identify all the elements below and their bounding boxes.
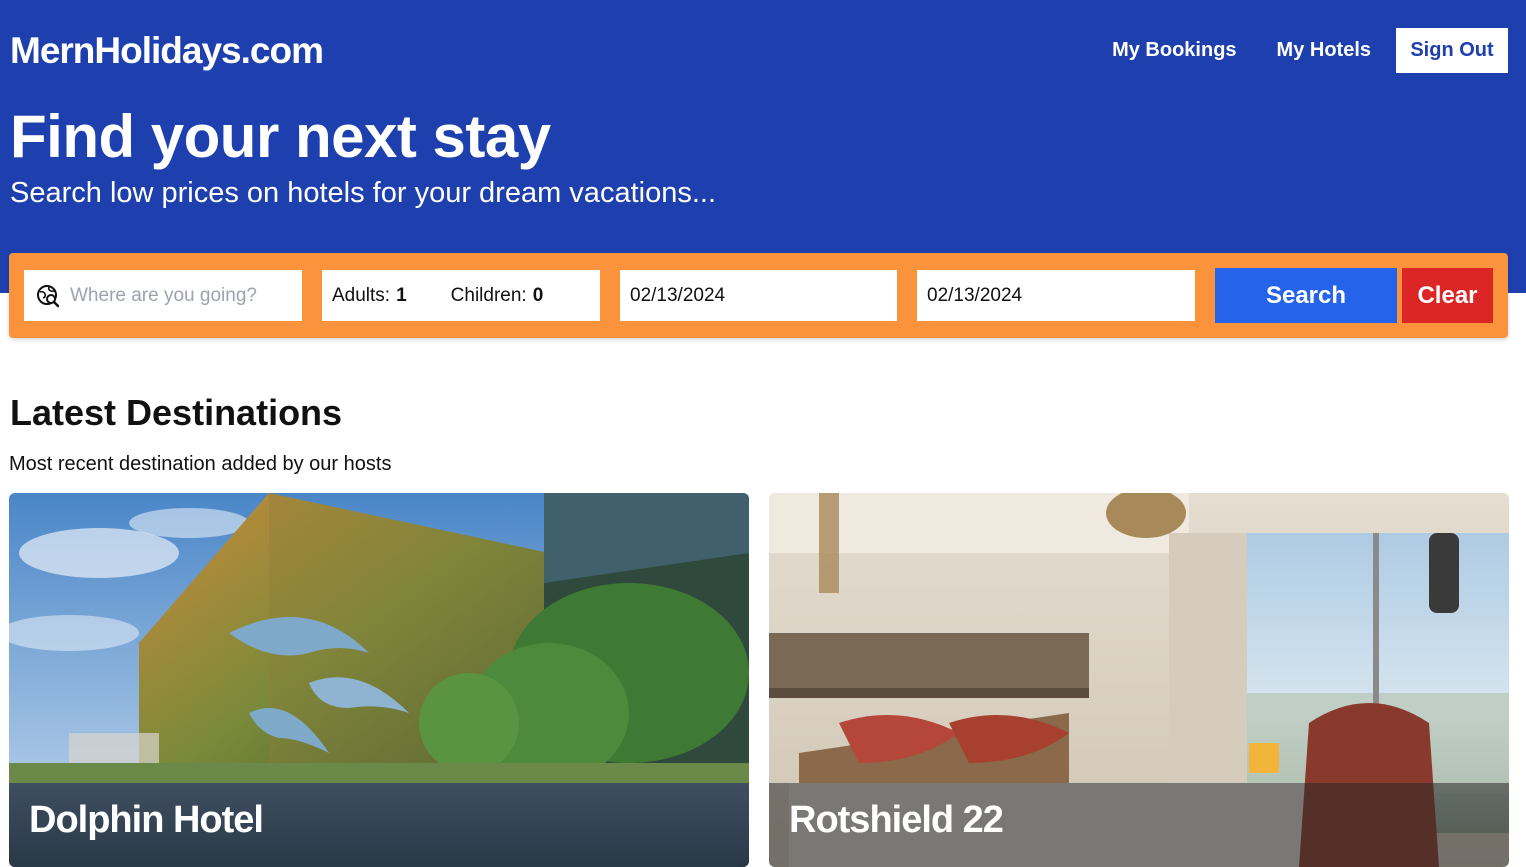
latest-destinations-title: Latest Destinations <box>10 392 343 433</box>
clear-button[interactable]: Clear <box>1402 268 1493 323</box>
children-input[interactable]: 0 <box>533 285 544 307</box>
hotel-caption: Dolphin Hotel <box>9 783 749 867</box>
hero-subtitle: Search low prices on hotels for your dre… <box>10 177 716 209</box>
search-bar: Adults: 1 Children: 0 02/13/2024 02/13/2… <box>9 253 1508 338</box>
destination-field <box>24 270 302 321</box>
hotel-card[interactable]: Dolphin Hotel <box>9 493 749 867</box>
globe-search-icon <box>37 284 60 307</box>
site-logo[interactable]: MernHolidays.com <box>10 30 324 72</box>
hotel-name[interactable]: Dolphin Hotel <box>29 799 264 842</box>
children-group[interactable]: Children: 0 <box>451 285 544 307</box>
hero-title: Find your next stay <box>10 103 551 170</box>
sign-out-button[interactable]: Sign Out <box>1396 28 1508 73</box>
guests-field: Adults: 1 Children: 0 <box>322 270 600 321</box>
children-label: Children: <box>450 284 527 306</box>
search-button[interactable]: Search <box>1215 268 1397 323</box>
nav-my-hotels[interactable]: My Hotels <box>1277 39 1371 62</box>
hotel-caption: Rotshield 22 <box>769 783 1509 867</box>
check-in-date-input[interactable]: 02/13/2024 <box>620 270 897 321</box>
nav-my-bookings[interactable]: My Bookings <box>1112 39 1236 62</box>
hotel-name[interactable]: Rotshield 22 <box>789 799 1004 842</box>
hotel-card[interactable]: Rotshield 22 <box>769 493 1509 867</box>
hero-header: MernHolidays.com My Bookings My Hotels S… <box>0 0 1526 293</box>
destination-input[interactable] <box>70 284 290 307</box>
latest-destinations-subtitle: Most recent destination added by our hos… <box>9 453 392 475</box>
adults-group[interactable]: Adults: 1 <box>332 285 407 307</box>
adults-label: Adults: <box>332 284 391 306</box>
check-out-date-input[interactable]: 02/13/2024 <box>917 270 1195 321</box>
top-nav: My Bookings My Hotels Sign Out <box>1112 28 1508 73</box>
adults-input[interactable]: 1 <box>396 285 407 307</box>
